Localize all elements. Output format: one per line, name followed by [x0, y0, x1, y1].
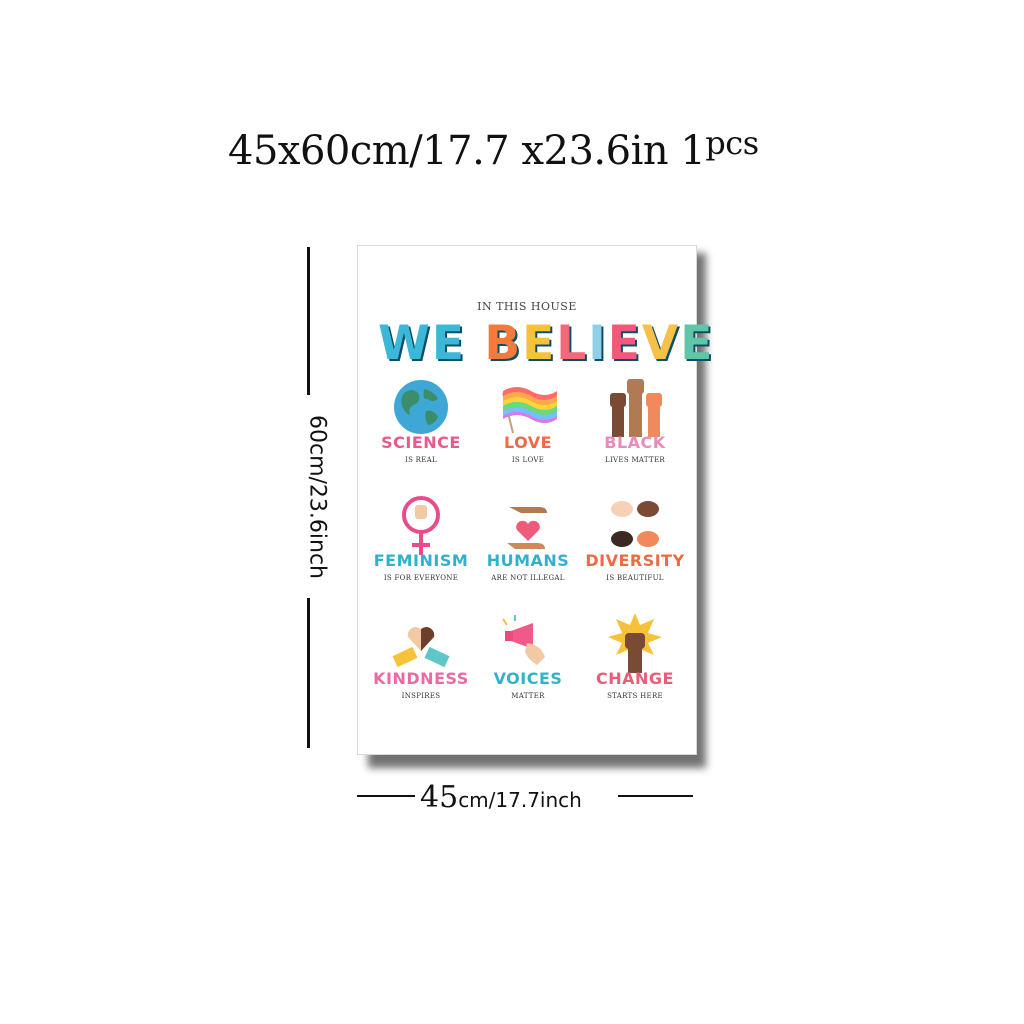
value-word: LOVE: [503, 433, 553, 452]
headline-letter: [466, 316, 484, 371]
value-subtitle: IS BEAUTIFUL: [606, 574, 664, 582]
value-subtitle: IS REAL: [405, 456, 437, 464]
value-item: BLACK LIVES MATTER: [581, 371, 689, 489]
value-item: LOVE IS LOVE: [475, 371, 581, 489]
headline-letter: E: [607, 316, 642, 371]
value-subtitle: MATTER: [511, 692, 545, 700]
width-line-right: [618, 795, 693, 797]
headline-letter: V: [641, 316, 681, 371]
height-line-top: [307, 247, 310, 395]
headline-letter: E: [680, 316, 715, 371]
fist-burst-icon: [608, 613, 662, 673]
dimensions-title-main: 45x60cm/17.7 x23.6in 1: [228, 128, 706, 174]
diverse-hands-icon: [611, 501, 659, 547]
height-line-bottom: [307, 598, 310, 748]
headline-letter: L: [556, 316, 589, 371]
width-label-unit: cm/17.7inch: [458, 788, 582, 812]
female-symbol-icon: [402, 496, 440, 555]
globe-icon: [394, 380, 448, 434]
dimensions-title: 45x60cm/17.7 x23.6in 1pcs: [228, 124, 759, 174]
value-subtitle: LIVES MATTER: [605, 456, 665, 464]
value-word: VOICES: [493, 669, 563, 688]
values-grid: SCIENCE IS REAL LOVE IS LOVE BLACK LIVES…: [358, 371, 698, 725]
poster-eyebrow: IN THIS HOUSE: [477, 300, 577, 313]
value-item: SCIENCE IS REAL: [367, 371, 475, 489]
value-subtitle: STARTS HERE: [607, 692, 663, 700]
width-label-number: 45: [420, 780, 459, 815]
headline-letter: E: [522, 316, 557, 371]
width-label: 45cm/17.7inch: [420, 780, 582, 815]
poster-headline: WE BELIEVE: [378, 316, 712, 371]
value-word: BLACK: [604, 433, 666, 452]
height-label-text: 60cm/23.6inch: [304, 414, 330, 580]
value-item: DIVERSITY IS BEAUTIFUL: [581, 489, 689, 607]
value-item: KINDNESS INSPIRES: [367, 607, 475, 725]
value-subtitle: IS LOVE: [511, 456, 545, 464]
value-item: HUMANS ARE NOT ILLEGAL: [475, 489, 581, 607]
value-word: FEMINISM: [373, 551, 469, 570]
value-item: VOICES MATTER: [475, 607, 581, 725]
value-word: CHANGE: [596, 669, 674, 688]
heart-hands-icon: [392, 627, 450, 668]
megaphone-icon: [502, 615, 545, 665]
value-subtitle: ARE NOT ILLEGAL: [491, 574, 565, 582]
value-word: DIVERSITY: [585, 551, 685, 570]
value-item: FEMINISM IS FOR EVERYONE: [367, 489, 475, 607]
hands-heart-icon: [507, 507, 547, 549]
value-subtitle: IS FOR EVERYONE: [383, 574, 459, 582]
headline-letter: I: [588, 316, 608, 371]
raised-fists-icon: [610, 379, 662, 437]
width-line-left: [357, 795, 415, 797]
value-subtitle: INSPIRES: [401, 692, 441, 700]
dimensions-title-pcs: pcs: [705, 124, 759, 162]
value-word: HUMANS: [486, 551, 570, 570]
poster: IN THIS HOUSE WE BELIEVE SCIENCE IS REAL: [357, 245, 712, 755]
value-item: CHANGE STARTS HERE: [581, 607, 689, 725]
headline-letter: W: [378, 316, 432, 371]
headline-letter: E: [431, 316, 466, 371]
headline-letter: B: [484, 316, 523, 371]
value-word: SCIENCE: [381, 433, 461, 452]
rainbow-flag-icon: [502, 387, 557, 434]
value-word: KINDNESS: [373, 669, 469, 688]
